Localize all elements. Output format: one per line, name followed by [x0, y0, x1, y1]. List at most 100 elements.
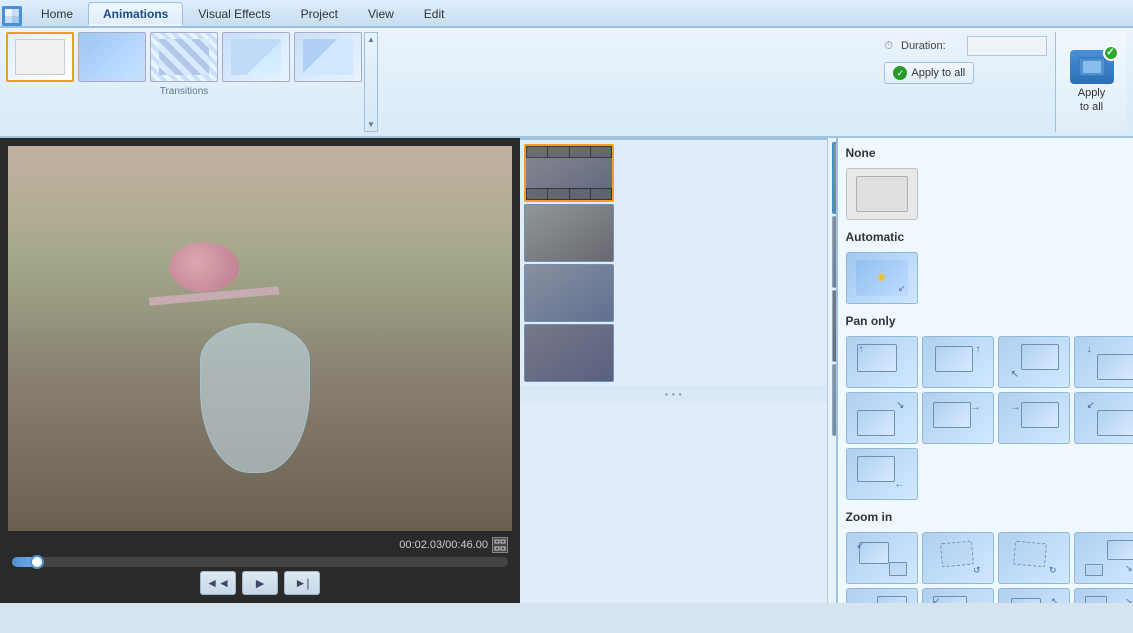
effect-zoom-in-4[interactable]: ↘	[1074, 532, 1133, 584]
time-display: 00:02.03/00:46.00	[8, 537, 512, 553]
ribbon-scroll-arrow[interactable]: ▲ ▼	[364, 32, 378, 132]
effect-pan-1[interactable]: ↑	[846, 336, 918, 388]
transition-blur[interactable]	[78, 32, 146, 82]
progress-thumb[interactable]	[30, 555, 44, 569]
play-button[interactable]: ►	[242, 571, 278, 595]
effects-inner: None Automatic	[838, 138, 1133, 603]
ribbon-controls: ⏱ Duration: ✓ Apply to all	[880, 32, 1051, 132]
effect-zoom-in-9[interactable]: ↘	[1074, 588, 1133, 603]
app-icon	[2, 6, 22, 26]
playback-buttons: ◄◄ ► ►|	[8, 571, 512, 595]
zoom-in-grid: ↙ ↺	[846, 532, 1133, 603]
effect-zoom-in-1[interactable]: ↙	[846, 532, 918, 584]
duration-icon: ⏱	[884, 40, 893, 53]
timeline-clip-1	[524, 144, 823, 202]
tab-animations[interactable]: Animations	[88, 2, 183, 26]
transition-none[interactable]	[6, 32, 74, 82]
app-window: Home Animations Visual Effects Project V…	[0, 0, 1133, 633]
bg-overlay	[8, 146, 512, 339]
rewind-button[interactable]: ◄◄	[200, 571, 236, 595]
time-text: 00:02.03/00:46.00	[399, 539, 488, 551]
pan-only-label: Pan only	[846, 314, 1133, 330]
transition-diagonal[interactable]	[294, 32, 362, 82]
apply-icon: ✓	[1070, 50, 1114, 84]
none-grid	[846, 168, 1133, 220]
effect-pan-2[interactable]: ↑	[922, 336, 994, 388]
none-preview	[856, 176, 908, 212]
ribbon-scroll-up[interactable]: ▲	[365, 33, 377, 46]
automatic-label: Automatic	[846, 230, 1133, 246]
timeline-clip-4	[524, 324, 823, 382]
effect-pan-7[interactable]: →	[922, 392, 994, 444]
automatic-grid: ✦ ↙	[846, 252, 1133, 304]
apply-button-label: Apply to all	[1078, 86, 1106, 115]
effect-zoom-in-6[interactable]: ↙	[846, 588, 918, 603]
effect-zoom-in-3[interactable]: ↻	[998, 532, 1070, 584]
effect-automatic[interactable]: ✦ ↙	[846, 252, 918, 304]
main-content: 00:02.03/00:46.00 ◄◄ ► ►|	[0, 138, 1133, 603]
tab-view[interactable]: View	[353, 2, 409, 26]
forward-button[interactable]: ►|	[284, 571, 320, 595]
apply-to-all-label: Apply to all	[911, 67, 965, 79]
pan-arrow-2: ↑	[976, 344, 981, 355]
check-icon: ✓	[893, 66, 907, 80]
bottom-dots: • • •	[520, 386, 827, 403]
tab-bar: Home Animations Visual Effects Project V…	[0, 0, 1133, 28]
duration-label: Duration:	[901, 40, 961, 52]
transitions-label: Transitions	[6, 86, 362, 97]
tab-home[interactable]: Home	[26, 2, 88, 26]
duration-input[interactable]	[967, 36, 1047, 56]
fullscreen-button[interactable]	[492, 537, 508, 553]
cursor-icon: ↙	[898, 283, 906, 294]
effect-pan-11[interactable]: ←	[846, 448, 918, 500]
effect-section-pan-only: Pan only ↑	[846, 314, 1133, 500]
timeline-clip-3	[524, 264, 823, 322]
effect-pan-8[interactable]: →	[998, 392, 1070, 444]
tab-edit[interactable]: Edit	[409, 2, 460, 26]
pan-arrow-3: ↖	[1011, 369, 1019, 380]
clip-thumbnail-1[interactable]	[524, 144, 614, 202]
pan-arrow-1: ↑	[859, 344, 864, 355]
effect-section-zoom-in: Zoom in ↙	[846, 510, 1133, 603]
video-frame	[8, 146, 512, 531]
effect-pan-3[interactable]: ↖	[998, 336, 1070, 388]
video-controls: 00:02.03/00:46.00 ◄◄ ► ►|	[8, 537, 512, 595]
effect-zoom-in-7[interactable]: ↙ ↙	[922, 588, 994, 603]
effect-section-none: None	[846, 146, 1133, 220]
tab-visual-effects[interactable]: Visual Effects	[183, 2, 285, 26]
effects-scroll[interactable]: None Automatic	[838, 138, 1133, 603]
timeline-clip-2	[524, 204, 823, 262]
apply-all-panel[interactable]: ✓ Apply to all	[1055, 32, 1127, 132]
pan-arrow-11: ←	[895, 479, 905, 490]
effect-section-automatic: Automatic ✦ ↙	[846, 230, 1133, 304]
effect-none[interactable]	[846, 168, 918, 220]
transition-tiled[interactable]	[150, 32, 218, 82]
effects-panel: None Automatic	[836, 138, 1133, 603]
dot-1: •	[665, 390, 668, 399]
progress-bar[interactable]	[12, 557, 508, 567]
timeline-clips	[520, 140, 827, 386]
timeline-panel: • • •	[520, 138, 827, 603]
jar-element	[200, 323, 310, 473]
pan-arrow-8: →	[1011, 402, 1021, 413]
apply-to-all-button[interactable]: ✓ Apply to all	[884, 62, 974, 84]
none-label: None	[846, 146, 1133, 162]
clip-thumbnail-4[interactable]	[524, 324, 614, 382]
zoom-in-label: Zoom in	[846, 510, 1133, 526]
effect-pan-4[interactable]: ↓	[1074, 336, 1133, 388]
tab-project[interactable]: Project	[286, 2, 353, 26]
pan-arrow-6: ↘	[896, 400, 904, 411]
effect-zoom-in-2[interactable]: ↺	[922, 532, 994, 584]
ribbon-scroll-down[interactable]: ▼	[365, 118, 377, 131]
pan-only-grid: ↑ ↑	[846, 336, 1133, 500]
effect-zoom-in-8[interactable]: ↖	[998, 588, 1070, 603]
effect-pan-9[interactable]: ↙	[1074, 392, 1133, 444]
preview-strip	[827, 138, 836, 603]
star-icon: ✦	[875, 268, 888, 288]
clip-thumbnail-3[interactable]	[524, 264, 614, 322]
transition-fold[interactable]	[222, 32, 290, 82]
video-preview-panel: 00:02.03/00:46.00 ◄◄ ► ►|	[0, 138, 520, 603]
effect-pan-6[interactable]: ↘	[846, 392, 918, 444]
clip-thumbnail-2[interactable]	[524, 204, 614, 262]
auto-preview: ✦ ↙	[856, 260, 908, 296]
